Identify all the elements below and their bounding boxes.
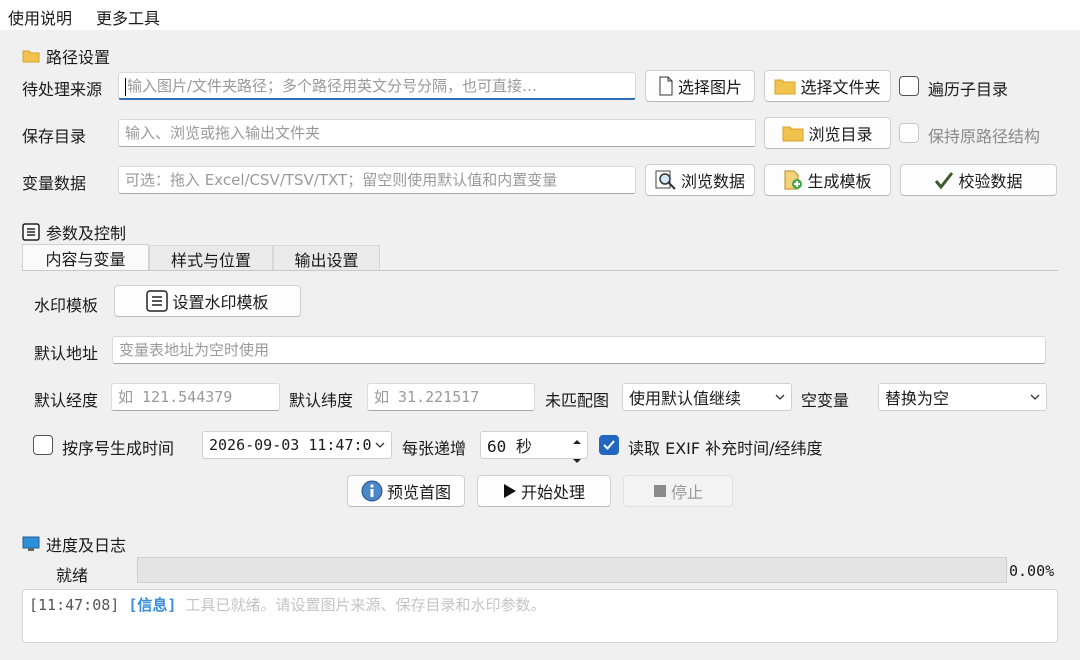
monitor-icon [22, 536, 40, 551]
progress-section-header: 进度及日志 [22, 532, 126, 556]
vars-input[interactable]: 可选：拖入 Excel/CSV/TSV/TXT；留空则使用默认值和内置变量 [118, 166, 636, 194]
save-label: 保存目录 [22, 127, 87, 146]
select-images-button[interactable]: 选择图片 [645, 70, 755, 102]
list-icon [22, 223, 40, 241]
log-entry: [11:47:08] [信息] 工具已就绪。请设置图片来源、保存目录和水印参数。 [29, 594, 1051, 615]
path-section-header: 路径设置 [22, 44, 110, 68]
seq-time-label: 按序号生成时间 [62, 439, 175, 458]
select-folder-button[interactable]: 选择文件夹 [764, 70, 891, 102]
latitude-input[interactable]: 如 31.221517 [367, 383, 535, 411]
preview-button[interactable]: 预览首图 [347, 475, 465, 507]
spin-up-icon[interactable] [569, 436, 585, 448]
params-section-title: 参数及控制 [46, 224, 127, 243]
menu-more-tools[interactable]: 更多工具 [96, 5, 160, 29]
tab-divider [22, 270, 1058, 271]
traverse-subdirs-label: 遍历子目录 [928, 80, 1009, 99]
folder-icon [774, 79, 796, 95]
vars-label: 变量数据 [22, 174, 87, 193]
address-input[interactable]: 变量表地址为空时使用 [112, 336, 1046, 364]
log-time: [11:47:08] [29, 596, 120, 614]
progress-section-title: 进度及日志 [46, 536, 127, 555]
unmatched-select[interactable]: 使用默认值继续 [622, 383, 792, 411]
address-label: 默认地址 [34, 344, 99, 363]
info-icon [361, 480, 383, 502]
search-data-icon [655, 170, 676, 190]
list-icon [146, 290, 169, 312]
stop-button[interactable]: 停止 [623, 475, 733, 507]
path-section-title: 路径设置 [46, 48, 111, 67]
increment-spinbox[interactable]: 60 秒 [480, 431, 588, 463]
folder-icon [22, 50, 40, 63]
unmatched-label: 未匹配图 [545, 391, 610, 410]
menu-help[interactable]: 使用说明 [8, 5, 72, 29]
tab-output-settings[interactable]: 输出设置 [273, 245, 380, 271]
checkmark-icon [935, 172, 954, 190]
stop-icon [653, 485, 666, 497]
traverse-subdirs-checkbox[interactable] [899, 76, 919, 96]
start-button[interactable]: 开始处理 [477, 475, 611, 507]
spin-arrows[interactable] [569, 433, 585, 463]
chevron-down-icon [1030, 394, 1040, 400]
log-panel[interactable]: [11:47:08] [信息] 工具已就绪。请设置图片来源、保存目录和水印参数。 [22, 589, 1058, 643]
browse-dir-button[interactable]: 浏览目录 [764, 117, 891, 149]
spin-down-icon[interactable] [569, 455, 585, 467]
watermark-label: 水印模板 [34, 296, 99, 315]
increment-label: 每张递增 [402, 439, 467, 458]
chevron-down-icon [775, 394, 785, 400]
status-text: 就绪 [56, 566, 89, 585]
save-dir-input[interactable]: 输入、浏览或拖入输出文件夹 [118, 119, 756, 147]
progress-percent: 0.00% [1009, 562, 1055, 580]
chevron-down-icon [375, 442, 385, 448]
datetime-picker[interactable]: 2026-09-03 11:47:0 [202, 431, 392, 459]
log-message: 工具已就绪。请设置图片来源、保存目录和水印参数。 [185, 596, 546, 614]
empty-var-label: 空变量 [801, 391, 850, 410]
file-icon [659, 76, 673, 96]
longitude-input[interactable]: 如 121.544379 [111, 383, 280, 411]
log-level: [信息] [128, 596, 177, 614]
set-watermark-button[interactable]: 设置水印模板 [114, 285, 301, 317]
params-section-header: 参数及控制 [22, 220, 126, 244]
generate-template-button[interactable]: 生成模板 [764, 164, 891, 196]
exif-label: 读取 EXIF 补充时间/经纬度 [628, 439, 823, 458]
progress-bar [137, 557, 1007, 583]
source-input[interactable]: 输入图片/文件夹路径；多个路径用英文分号分隔，也可直接… [118, 72, 636, 100]
keep-structure-label: 保持原路径结构 [928, 127, 1041, 146]
source-label: 待处理来源 [22, 80, 103, 99]
keep-structure-checkbox[interactable] [899, 123, 919, 143]
tab-style-position[interactable]: 样式与位置 [149, 245, 273, 271]
add-file-icon [784, 170, 803, 190]
browse-data-button[interactable]: 浏览数据 [645, 164, 755, 196]
folder-icon [782, 126, 804, 142]
play-icon [503, 484, 516, 498]
validate-data-button[interactable]: 校验数据 [900, 164, 1057, 196]
exif-checkbox[interactable] [599, 435, 619, 455]
empty-var-select[interactable]: 替换为空 [878, 383, 1047, 411]
lon-label: 默认经度 [34, 391, 99, 410]
menu-bar: 使用说明 更多工具 [0, 0, 1080, 30]
lat-label: 默认纬度 [289, 391, 354, 410]
seq-time-checkbox[interactable] [33, 435, 53, 455]
tab-content-variables[interactable]: 内容与变量 [22, 244, 149, 271]
check-icon [603, 440, 615, 450]
